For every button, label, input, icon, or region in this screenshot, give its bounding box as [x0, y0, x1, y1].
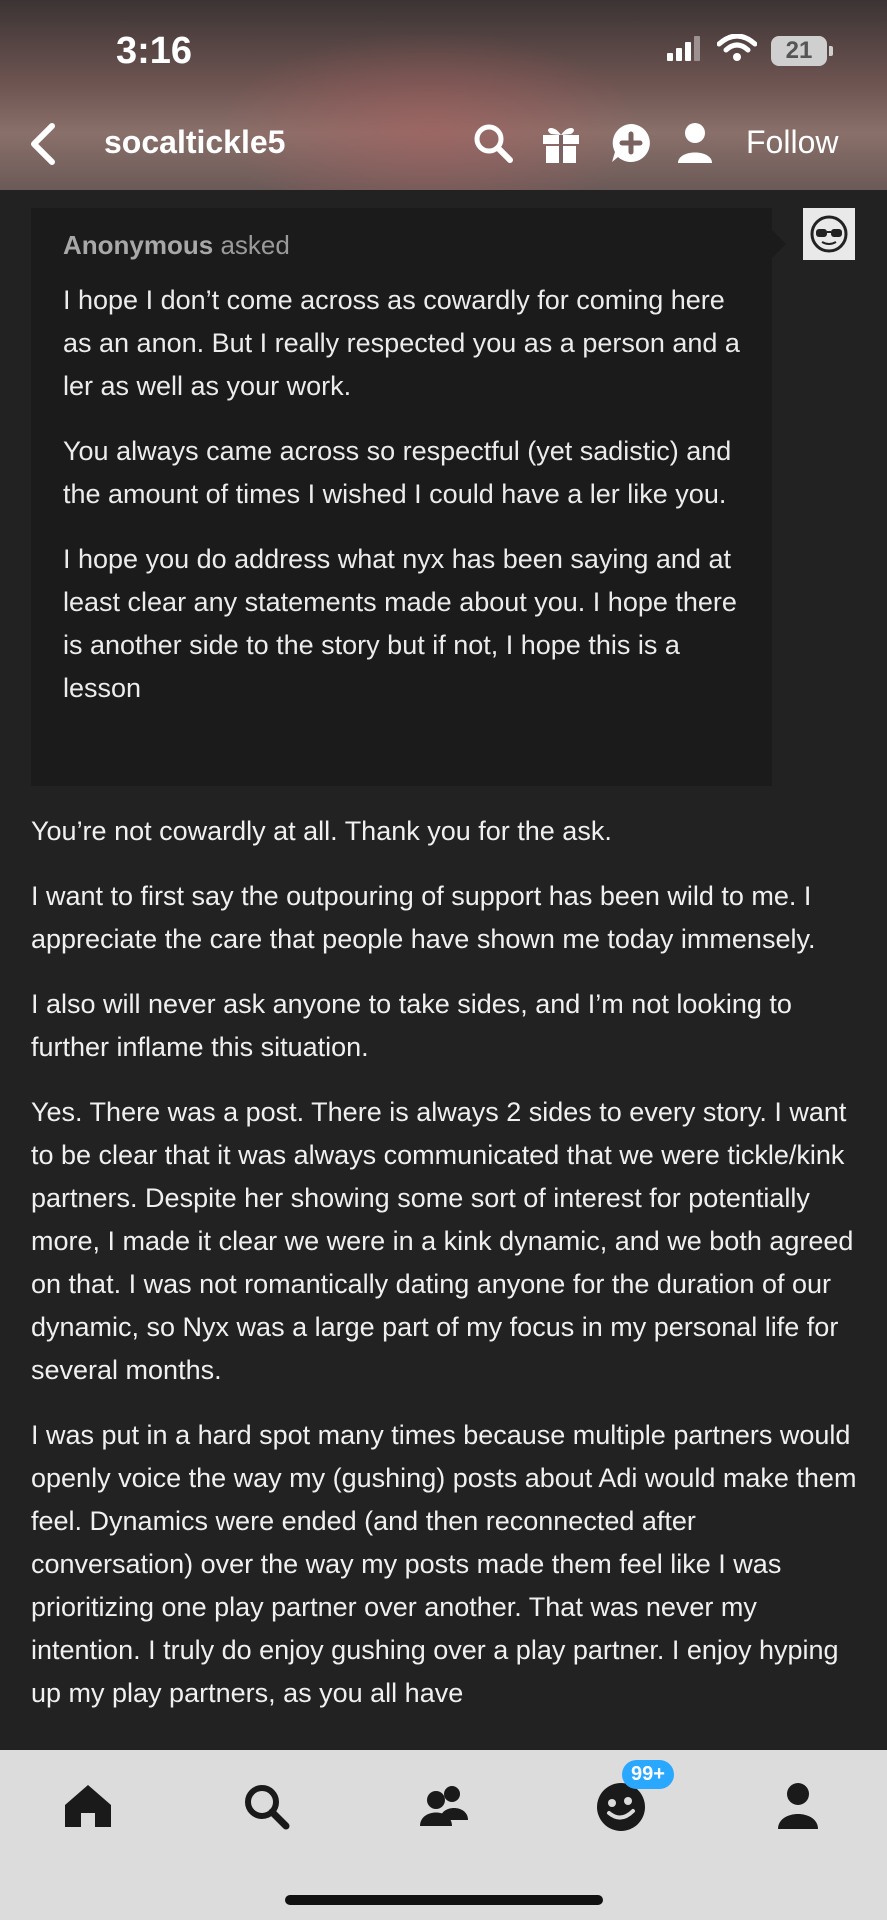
answer-paragraph: I also will never ask anyone to take sid…	[31, 989, 792, 1062]
chevron-left-icon	[31, 123, 55, 165]
answer-paragraph: I want to first say the outpouring of su…	[31, 881, 816, 954]
blog-avatar[interactable]	[803, 208, 855, 260]
person-icon	[678, 123, 712, 163]
status-time: 3:16	[116, 30, 193, 72]
navbar: socaltickle5 Follow	[0, 112, 887, 176]
tab-account[interactable]	[758, 1770, 838, 1842]
gift-icon	[543, 127, 579, 163]
follow-button[interactable]: Follow	[746, 124, 838, 161]
gift-button[interactable]	[538, 120, 584, 166]
asked-label: asked	[220, 230, 290, 260]
blog-name[interactable]: socaltickle5	[104, 124, 285, 161]
tab-explore[interactable]	[226, 1770, 306, 1842]
blog-header: 3:16 21 socaltickle5 Follow	[0, 0, 887, 190]
wifi-icon	[716, 33, 758, 67]
ask-paragraph: I hope you do address what nyx has been …	[63, 544, 737, 703]
search-button[interactable]	[470, 120, 516, 166]
search-icon	[474, 124, 513, 163]
person-button[interactable]	[672, 120, 718, 166]
ask-bubble: Anonymous asked I hope I don’t come acro…	[31, 208, 786, 786]
sunglasses-face-icon	[810, 215, 848, 253]
home-indicator[interactable]	[285, 1895, 603, 1905]
ask-header: Anonymous asked	[63, 230, 742, 261]
answer-paragraph: Yes. There was a post. There is always 2…	[31, 1097, 854, 1385]
answer-body: You’re not cowardly at all. Thank you fo…	[31, 810, 861, 1737]
account-icon	[778, 1783, 818, 1829]
search-icon	[245, 1785, 290, 1830]
tab-community[interactable]	[404, 1770, 484, 1842]
asker-name: Anonymous	[63, 230, 214, 260]
post-content: Anonymous asked I hope I don’t come acro…	[0, 190, 887, 1750]
answer-paragraph: I was put in a hard spot many times beca…	[31, 1420, 857, 1708]
home-icon	[65, 1785, 111, 1827]
cellular-signal-icon	[667, 35, 703, 66]
people-icon	[420, 1786, 468, 1826]
answer-paragraph: You’re not cowardly at all. Thank you fo…	[31, 816, 612, 846]
battery-indicator: 21	[771, 35, 833, 66]
bottom-tab-bar: 99+	[0, 1750, 887, 1920]
status-icons: 21	[667, 33, 833, 67]
notifications-badge: 99+	[622, 1760, 674, 1789]
ask-paragraph: You always came across so respectful (ye…	[63, 436, 732, 509]
tab-home[interactable]	[48, 1770, 128, 1842]
ask-paragraph: I hope I don’t come across as cowardly f…	[63, 285, 740, 401]
message-plus-icon	[612, 124, 650, 162]
back-button[interactable]	[22, 120, 66, 168]
message-button[interactable]	[608, 120, 654, 166]
